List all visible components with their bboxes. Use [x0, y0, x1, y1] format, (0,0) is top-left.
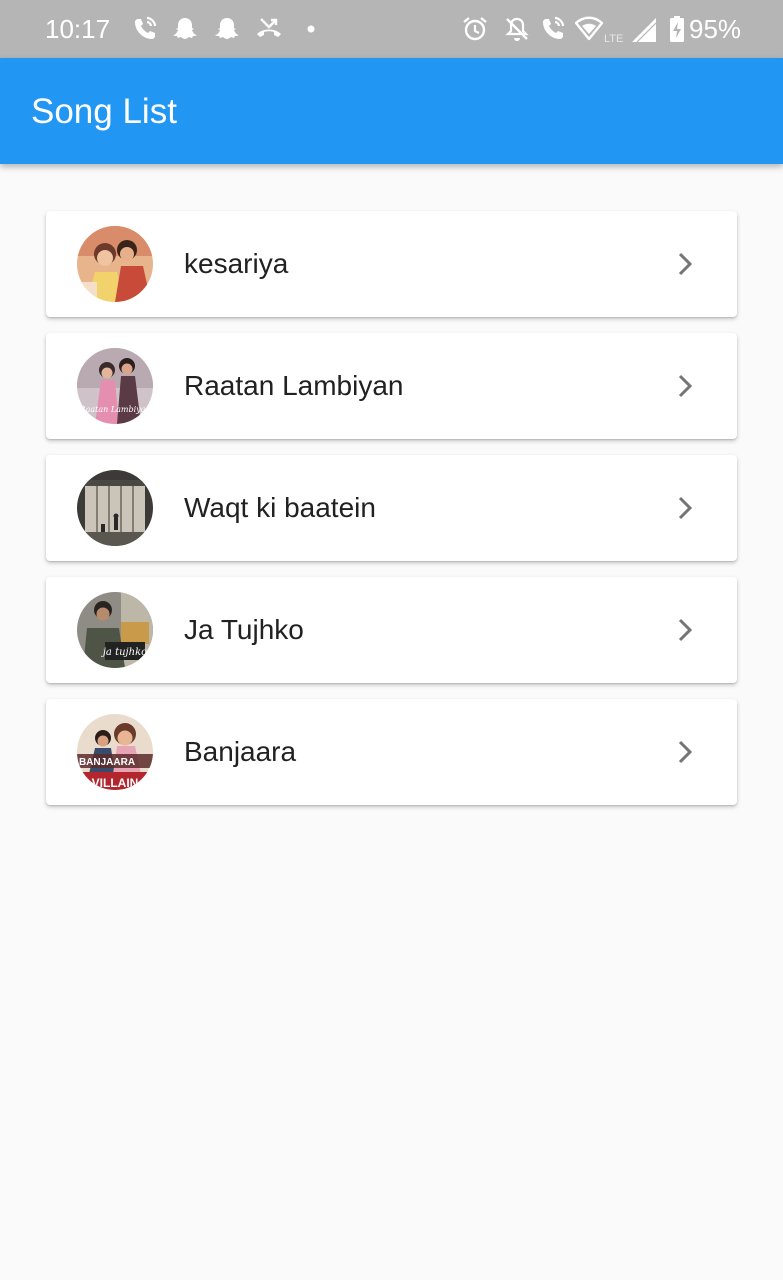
snapchat-icon	[173, 18, 197, 39]
song-thumbnail: Raatan Lambiyan	[77, 348, 153, 424]
thumb-caption: ja tujhko	[101, 647, 147, 658]
app-bar: Song List	[0, 58, 783, 164]
dot-icon	[307, 25, 315, 33]
snapchat-icon	[215, 18, 239, 39]
chevron-right-icon	[678, 496, 693, 520]
song-title: Waqt ki baatein	[184, 492, 376, 523]
lte-signal-icon: LTE	[604, 18, 657, 44]
notifications-off-icon	[505, 17, 529, 41]
status-bar: 10:17 LTE 95%	[0, 0, 783, 58]
song-list-item[interactable]: Raatan Lambiyan Raatan Lambiyan	[46, 333, 737, 439]
battery-percent: 95%	[689, 14, 742, 44]
chevron-right-icon	[678, 252, 693, 276]
song-list-item[interactable]: BANJAARA VILLAIN Banjaara	[46, 699, 737, 805]
song-list: kesariya Raatan Lambiyan Raatan Lambiyan	[46, 211, 737, 821]
song-list-item[interactable]: Waqt ki baatein	[46, 455, 737, 561]
battery-charging-icon	[670, 16, 684, 42]
song-thumbnail: BANJAARA VILLAIN	[77, 714, 153, 790]
chevron-right-icon	[678, 618, 693, 642]
wifi-call-icon	[543, 16, 565, 39]
song-list-item[interactable]: ja tujhko Ja Tujhko	[46, 577, 737, 683]
alarm-icon	[463, 17, 487, 41]
wifi-icon	[574, 16, 604, 41]
song-title: Banjaara	[184, 736, 297, 767]
missed-call-icon	[257, 18, 281, 37]
thumb-caption: VILLAIN	[92, 776, 139, 790]
status-time: 10:17	[45, 14, 111, 44]
song-title: Raatan Lambiyan	[184, 370, 404, 401]
song-title: kesariya	[184, 248, 289, 279]
lte-label: LTE	[604, 33, 623, 44]
thumb-caption: Raatan Lambiyan	[78, 405, 150, 414]
thumb-caption: BANJAARA	[79, 757, 135, 768]
song-thumbnail	[77, 226, 153, 302]
song-title: Ja Tujhko	[184, 614, 304, 645]
song-list-item[interactable]: kesariya	[46, 211, 737, 317]
wifi-call-icon	[135, 16, 157, 39]
chevron-right-icon	[678, 374, 693, 398]
song-thumbnail: ja tujhko	[77, 592, 153, 668]
song-thumbnail	[77, 470, 153, 546]
chevron-right-icon	[678, 740, 693, 764]
page-title: Song List	[31, 92, 177, 131]
